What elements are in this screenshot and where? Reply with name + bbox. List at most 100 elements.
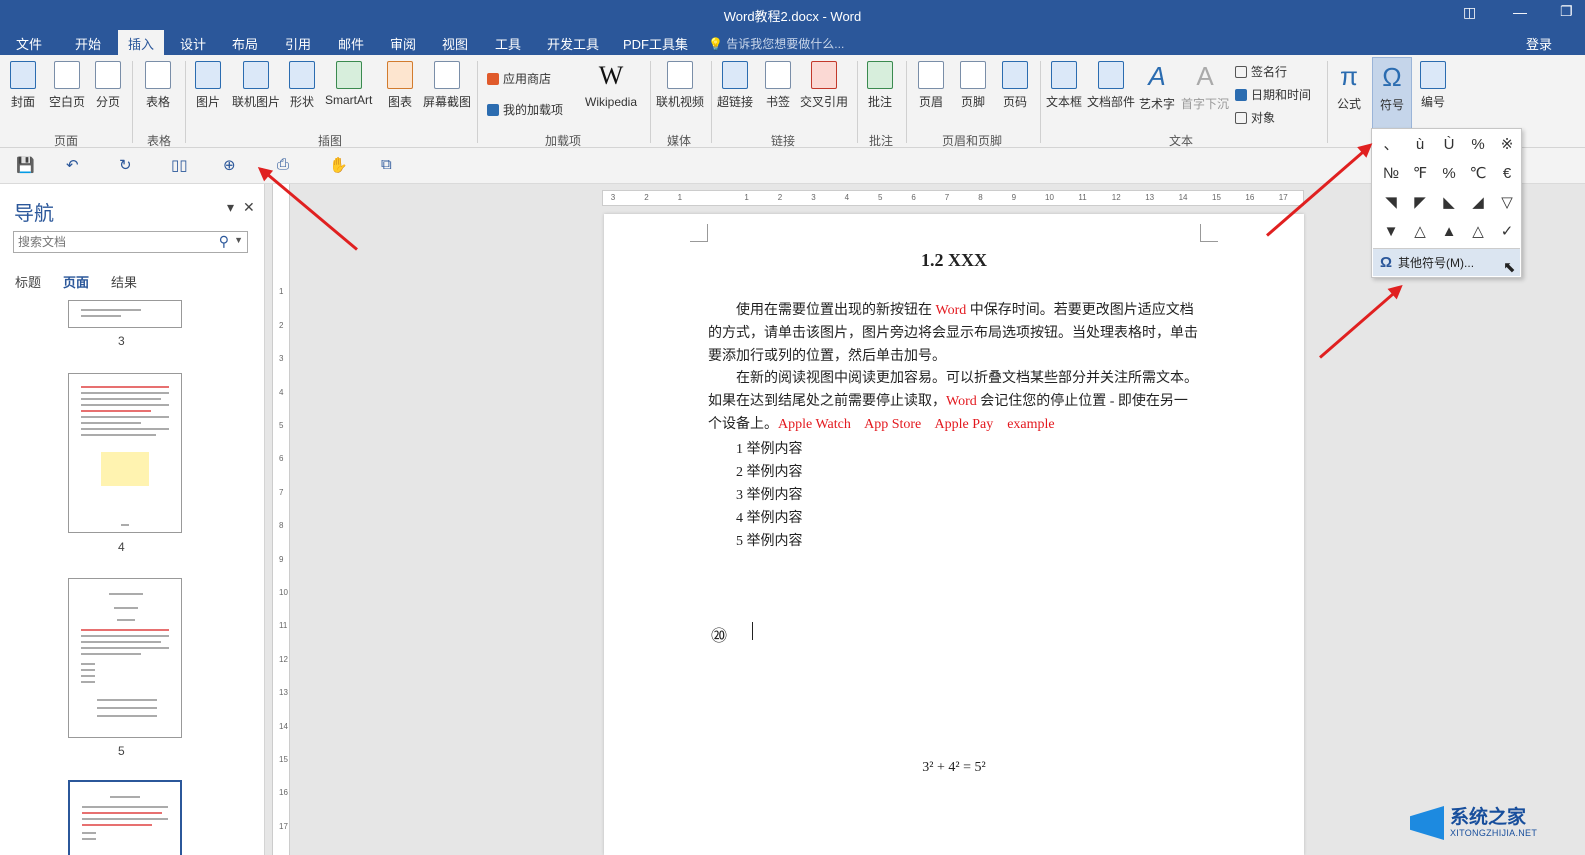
tab-headings[interactable]: 标题: [15, 272, 41, 291]
cover-page-button[interactable]: 封面: [10, 61, 36, 110]
search-input[interactable]: [14, 232, 209, 252]
ruler-tick: 10: [1045, 193, 1054, 202]
numbering-button[interactable]: 编号: [1420, 61, 1446, 110]
symbol-cell[interactable]: ℃: [1463, 160, 1493, 188]
nav-search[interactable]: ⚲ ▼: [13, 231, 248, 253]
tab-insert[interactable]: 插入: [118, 30, 165, 55]
tab-results[interactable]: 结果: [111, 272, 137, 291]
tab-view[interactable]: 视图: [442, 34, 468, 53]
quick-parts-button[interactable]: 文档部件: [1087, 61, 1135, 110]
customize-icon[interactable]: ⧉: [381, 156, 392, 173]
symbol-cell[interactable]: ℉: [1405, 160, 1435, 188]
tab-references[interactable]: 引用: [285, 34, 311, 53]
textbox-button[interactable]: 文本框: [1046, 61, 1082, 110]
ruler-tick: 17: [1278, 193, 1288, 202]
store-button[interactable]: 应用商店: [487, 70, 551, 87]
close-icon[interactable]: ✕: [243, 199, 255, 216]
symbol-cell[interactable]: ▲: [1434, 218, 1464, 246]
symbol-button[interactable]: Ω 符号: [1372, 57, 1412, 131]
tell-me-box[interactable]: 💡 告诉我您想要做什么...: [708, 35, 844, 52]
bookmark-button[interactable]: 书签: [765, 61, 791, 110]
screenshot-icon: [434, 61, 460, 89]
page-thumbnail-4[interactable]: [68, 373, 182, 533]
symbol-cell[interactable]: △: [1405, 218, 1435, 246]
more-symbols-button[interactable]: Ω 其他符号(M)...: [1373, 248, 1520, 276]
tab-pages[interactable]: 页面: [63, 272, 89, 291]
table-button[interactable]: 表格: [145, 61, 171, 110]
symbol-cell[interactable]: €: [1492, 160, 1522, 188]
restore-icon[interactable]: ❐: [1560, 3, 1573, 20]
equation-button[interactable]: π 公式: [1337, 61, 1361, 112]
symbol-cell[interactable]: %: [1434, 160, 1464, 188]
symbol-cell[interactable]: ù: [1405, 131, 1435, 159]
blank-page-button[interactable]: 空白页: [49, 61, 85, 110]
drop-cap-button[interactable]: A 首字下沉: [1181, 61, 1229, 112]
footer-button[interactable]: 页脚: [960, 61, 986, 110]
document-page[interactable]: 1.2 XXX 使用在需要位置出现的新按钮在 Word 中保存时间。若要更改图片…: [604, 214, 1304, 855]
print-preview-icon[interactable]: ⎙: [277, 156, 289, 173]
date-time-button[interactable]: 日期和时间: [1235, 86, 1311, 103]
tab-layout[interactable]: 布局: [232, 34, 258, 53]
symbol-cell[interactable]: ▽: [1492, 189, 1522, 217]
symbol-cell[interactable]: ◥: [1376, 189, 1406, 217]
symbol-cell[interactable]: ◣: [1434, 189, 1464, 217]
wikipedia-button[interactable]: W Wikipedia: [585, 61, 637, 109]
symbol-cell[interactable]: Ù: [1434, 131, 1464, 159]
pictures-button[interactable]: 图片: [195, 61, 221, 110]
symbol-cell[interactable]: №: [1376, 160, 1406, 188]
page-number-button[interactable]: 页码: [1002, 61, 1028, 110]
symbol-cell[interactable]: ◢: [1463, 189, 1493, 217]
shapes-button[interactable]: 形状: [289, 61, 315, 110]
tab-mailings[interactable]: 邮件: [338, 34, 364, 53]
ribbon-display-icon[interactable]: ◫: [1463, 4, 1476, 21]
hyperlink-button[interactable]: 超链接: [717, 61, 753, 110]
tab-developer[interactable]: 开发工具: [547, 34, 599, 53]
undo-icon[interactable]: ↶: [66, 156, 79, 174]
tab-tools[interactable]: 工具: [495, 34, 521, 53]
online-video-button[interactable]: 联机视频: [656, 61, 704, 110]
page-thumbnail-5[interactable]: [68, 578, 182, 738]
symbol-cell[interactable]: ▼: [1376, 218, 1406, 246]
omega-icon: Ω: [1382, 62, 1402, 92]
comment-button[interactable]: 批注: [867, 61, 893, 110]
chevron-down-icon[interactable]: ▼: [234, 235, 243, 245]
wordart-button[interactable]: A 艺术字: [1139, 61, 1175, 112]
cross-reference-button[interactable]: 交叉引用: [800, 61, 848, 110]
ruler-tick: 1: [677, 193, 683, 202]
symbol-cell[interactable]: △: [1463, 218, 1493, 246]
my-addins-button[interactable]: 我的加载项: [487, 101, 563, 118]
symbol-cell[interactable]: %: [1463, 131, 1493, 159]
page-break-button[interactable]: 分页: [95, 61, 121, 110]
object-button[interactable]: 对象: [1235, 109, 1275, 126]
chart-button[interactable]: 图表: [387, 61, 413, 110]
touch-mode-icon[interactable]: ✋: [329, 156, 348, 174]
tab-file[interactable]: 文件: [16, 34, 42, 53]
web-icon[interactable]: ⊕: [223, 156, 236, 174]
number-icon: [1420, 61, 1446, 89]
tab-pdf-tools[interactable]: PDF工具集: [623, 34, 688, 53]
screenshot-button[interactable]: 屏幕截图: [423, 61, 471, 110]
minimize-icon[interactable]: —: [1513, 4, 1527, 20]
symbol-cell[interactable]: ✓: [1492, 218, 1522, 246]
online-pictures-button[interactable]: 联机图片: [232, 61, 280, 110]
nav-options-icon[interactable]: ▾: [227, 199, 234, 216]
header-button[interactable]: 页眉: [918, 61, 944, 110]
search-icon[interactable]: ⚲: [219, 233, 229, 250]
smartart-button[interactable]: SmartArt: [325, 61, 372, 107]
symbol-cell[interactable]: 、: [1376, 131, 1406, 159]
page-thumbnail-6[interactable]: [68, 780, 182, 855]
symbol-cell[interactable]: ◤: [1405, 189, 1435, 217]
signature-line-button[interactable]: 签名行: [1235, 63, 1287, 80]
login-link[interactable]: 登录: [1526, 34, 1552, 53]
tab-home[interactable]: 开始: [75, 34, 101, 53]
save-icon[interactable]: 💾: [16, 156, 35, 174]
tab-review[interactable]: 审阅: [390, 34, 416, 53]
ruler-tick: 2: [644, 193, 649, 202]
tab-design[interactable]: 设计: [180, 34, 206, 53]
ribbon-insert: 封面 空白页 分页 表格 图片 联机图片 形状 SmartArt 图表 屏幕截图…: [0, 55, 1585, 148]
symbol-cell[interactable]: ※: [1492, 131, 1522, 159]
page-number-label: 3: [118, 334, 125, 348]
redo-icon[interactable]: ↻: [119, 156, 132, 174]
read-mode-icon[interactable]: ▯▯: [171, 156, 188, 174]
page-thumbnail-3[interactable]: [68, 300, 182, 328]
